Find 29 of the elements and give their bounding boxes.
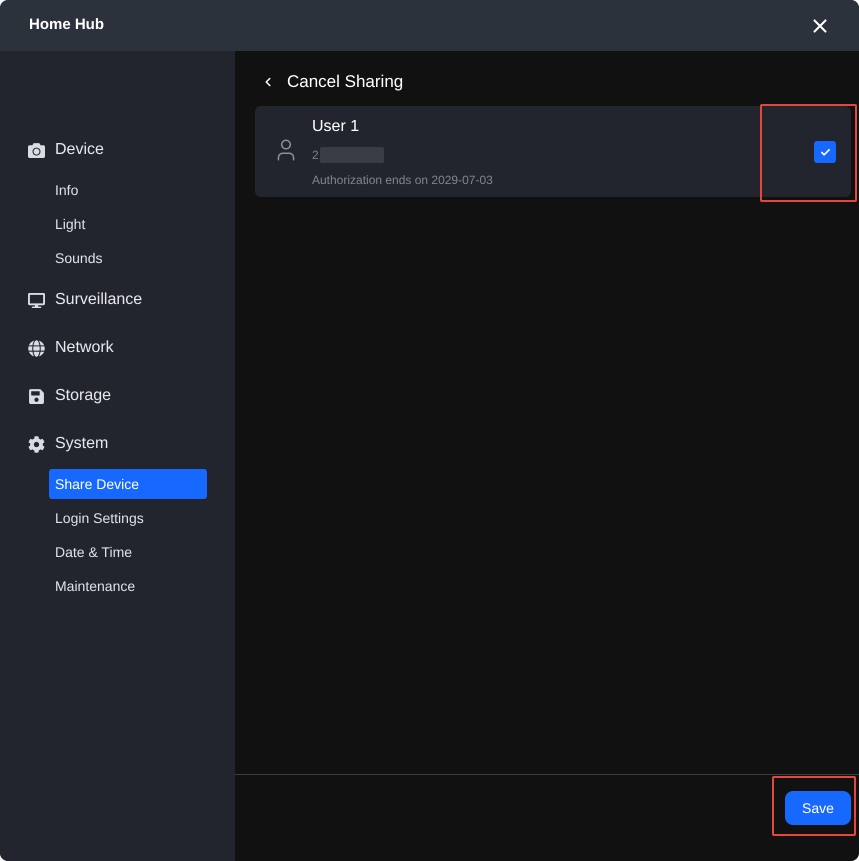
group-label: Surveillance bbox=[55, 290, 142, 310]
sidebar-item[interactable]: Date & Time bbox=[49, 537, 207, 567]
sidebar-item[interactable]: Info bbox=[49, 175, 207, 205]
sidebar-group[interactable]: System bbox=[0, 420, 235, 468]
sidebar-group[interactable]: Storage bbox=[0, 372, 235, 420]
user-name: User 1 bbox=[312, 117, 360, 137]
check-icon bbox=[820, 146, 830, 158]
sidebar-item[interactable]: Login Settings bbox=[49, 503, 207, 533]
monitor-icon bbox=[28, 292, 45, 308]
group-label: System bbox=[55, 434, 108, 454]
user-id: 2 bbox=[312, 147, 319, 164]
globe-icon bbox=[28, 340, 45, 356]
sidebar-group[interactable]: Surveillance bbox=[0, 276, 235, 324]
page-title: Cancel Sharing bbox=[287, 71, 404, 94]
sidebar-item[interactable]: Sounds bbox=[49, 243, 207, 273]
sidebar-group[interactable]: Device bbox=[0, 126, 235, 174]
group-label: Storage bbox=[55, 386, 112, 406]
sidebar-item[interactable]: Maintenance bbox=[49, 571, 207, 601]
sidebar-item[interactable]: Light bbox=[49, 209, 207, 239]
window-title: Home Hub bbox=[29, 15, 104, 36]
camera-icon bbox=[28, 142, 45, 158]
sidebar-group[interactable]: Network bbox=[0, 324, 235, 372]
group-label: Network bbox=[55, 338, 114, 358]
gear-icon bbox=[28, 436, 45, 452]
select-checkbox[interactable] bbox=[814, 141, 836, 163]
save-button[interactable]: Save bbox=[785, 791, 851, 825]
group-label: Device bbox=[55, 140, 104, 160]
authorization-note: Authorization ends on 2029-07-03 bbox=[312, 172, 493, 189]
sidebar-item[interactable]: Share Device bbox=[49, 469, 207, 499]
